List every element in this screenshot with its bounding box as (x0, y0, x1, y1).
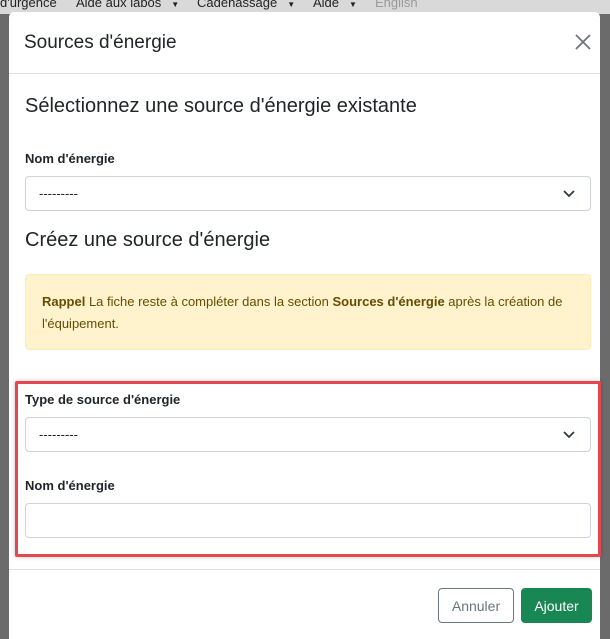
nav-item-english[interactable]: English (375, 0, 418, 10)
new-energy-name-input[interactable] (25, 503, 591, 538)
nav-item-aide-labos-label: Aide aux labos (76, 0, 162, 10)
cancel-button[interactable]: Annuler (438, 588, 514, 623)
energy-type-select-value: --------- (39, 427, 78, 442)
add-button[interactable]: Ajouter (521, 588, 592, 623)
energy-type-select[interactable]: --------- (25, 417, 591, 452)
caret-down-icon: ▼ (287, 0, 296, 9)
existing-name-label: Nom d'énergie (25, 151, 115, 166)
chevron-down-icon (563, 431, 575, 439)
type-label: Type de source d'énergie (25, 392, 181, 407)
new-name-label: Nom d'énergie (25, 478, 115, 493)
alert-text-before: La fiche reste à compléter dans la secti… (85, 294, 333, 309)
modal-header: Sources d'énergie (9, 12, 600, 74)
reminder-alert: Rappel La fiche reste à compléter dans l… (25, 274, 591, 350)
close-icon (575, 34, 591, 50)
nav-item-urgence[interactable]: d'urgence (0, 0, 57, 10)
alert-prefix: Rappel (42, 294, 86, 309)
nav-item-aide-labos[interactable]: Aide aux labos ▼ (76, 0, 179, 12)
nav-item-cadenassage[interactable]: Cadenassage ▼ (197, 0, 295, 12)
existing-name-select[interactable]: --------- (25, 176, 591, 211)
modal-title: Sources d'énergie (24, 32, 177, 53)
energy-sources-modal: Sources d'énergie Sélectionnez une sourc… (9, 12, 601, 639)
modal-footer: Annuler Ajouter (9, 569, 600, 639)
caret-down-icon: ▼ (171, 0, 180, 9)
close-button[interactable] (571, 30, 595, 54)
caret-down-icon: ▼ (349, 0, 357, 9)
existing-source-heading: Sélectionnez une source d'énergie exista… (25, 95, 417, 117)
nav-item-aide-label: Aide (313, 0, 340, 10)
chevron-down-icon (563, 190, 575, 198)
nav-item-cadenassage-label: Cadenassage (197, 0, 278, 10)
alert-section-name: Sources d'énergie (332, 294, 445, 309)
create-source-heading: Créez une source d'énergie (25, 229, 271, 251)
existing-name-select-value: --------- (39, 186, 78, 201)
nav-item-aide[interactable]: Aide ▼ (313, 0, 357, 12)
